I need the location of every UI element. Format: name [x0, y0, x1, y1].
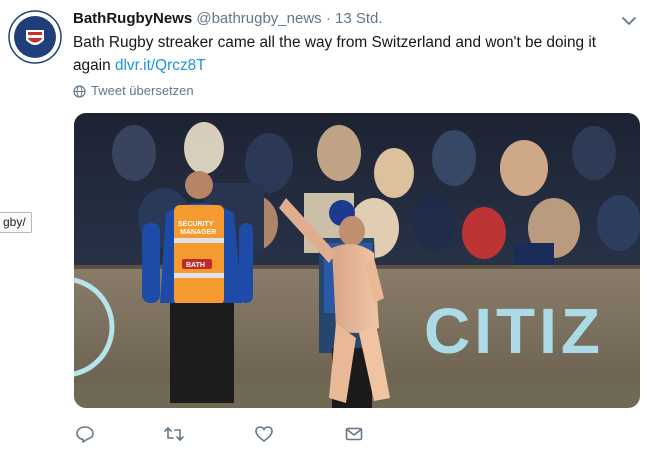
svg-text:SECURITY: SECURITY: [178, 221, 214, 228]
tweet-link[interactable]: dlvr.it/Qrcz8T: [115, 57, 206, 74]
chevron-down-icon[interactable]: [620, 12, 638, 30]
streaker-photo: CITIZ SECURITY MANAGER BATH: [74, 113, 640, 408]
url-tooltip: gby/: [0, 212, 32, 233]
translate-tweet[interactable]: Tweet übersetzen: [73, 83, 194, 99]
tweet-photo[interactable]: CITIZ SECURITY MANAGER BATH: [74, 113, 640, 408]
like-icon[interactable]: [254, 424, 278, 448]
retweet-icon[interactable]: [163, 424, 187, 448]
banner-text: CITIZ: [424, 295, 604, 367]
tweet-actions: [73, 424, 373, 448]
svg-text:MANAGER: MANAGER: [180, 229, 216, 236]
separator-dot: ·: [325, 10, 331, 27]
tweet-header: BathRugbyNews @bathrugby_news · 13 Std.: [73, 9, 383, 29]
message-icon[interactable]: [344, 424, 368, 448]
avatar[interactable]: [8, 10, 62, 64]
reply-icon[interactable]: [75, 424, 99, 448]
bath-rugby-logo: [8, 10, 62, 64]
globe-icon: [73, 84, 86, 98]
tweet-text: Bath Rugby streaker came all the way fro…: [73, 31, 633, 77]
svg-text:BATH: BATH: [186, 262, 205, 269]
display-name[interactable]: BathRugbyNews: [73, 10, 192, 27]
translate-label: Tweet übersetzen: [91, 83, 194, 98]
tweet-timestamp[interactable]: 13 Std.: [335, 10, 383, 27]
user-handle[interactable]: @bathrugby_news: [196, 10, 321, 27]
